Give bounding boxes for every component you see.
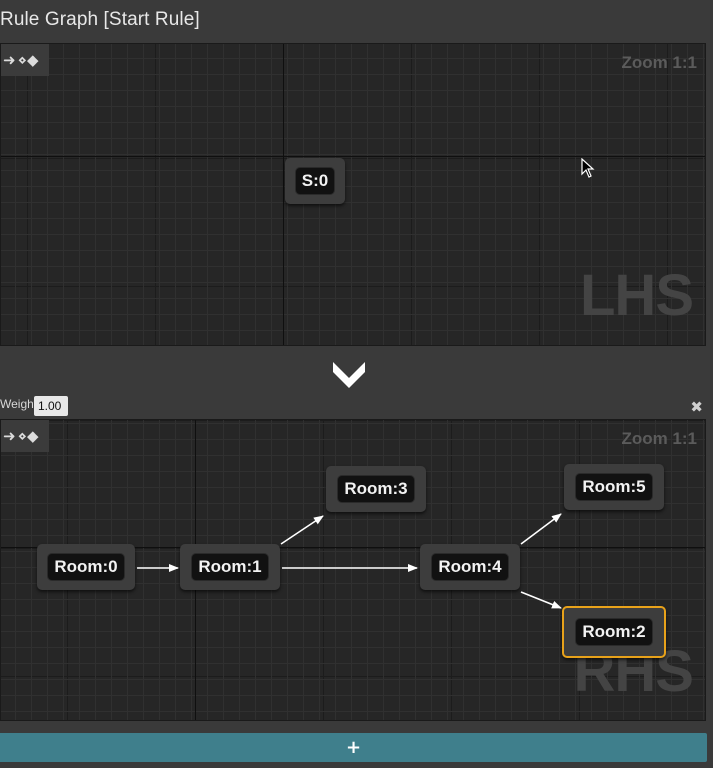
zoom-label: Zoom 1:1 [621,53,697,72]
graph-node-room5[interactable]: Room:5 [564,464,664,510]
node-label: Room:5 [575,473,653,501]
mouse-cursor-icon [581,157,595,182]
lhs-graph-panel[interactable]: ➜ ⋄◆ Zoom 1:1 LHS S:0 [0,43,706,346]
graph-node-room2[interactable]: Room:2 [562,606,666,658]
node-label: Room:2 [575,618,653,646]
edge-room4-room5 [520,513,562,545]
rhs-graph-panel[interactable]: ➜ ⋄◆ Zoom 1:1 RHS Room:0 Room:1 Room:3 R… [0,419,706,721]
edge-room4-room2 [520,591,562,609]
edge-room1-room3 [280,515,324,545]
node-label: Room:4 [431,553,509,581]
node-label: Room:0 [47,553,125,581]
add-rule-button[interactable]: + [0,733,707,762]
node-label: S:0 [294,167,336,195]
graph-node-room0[interactable]: Room:0 [37,544,135,590]
chevron-down-icon [331,358,367,396]
graph-toolbar: ➜ ⋄◆ [1,44,49,76]
graph-axis-vertical [283,44,284,345]
graph-toolbar: ➜ ⋄◆ [1,420,49,452]
graph-axis-horizontal [1,156,705,157]
node-link-icon[interactable]: ⋄◆ [18,428,39,444]
node-label: Room:3 [337,475,415,503]
node-label: Room:1 [191,553,269,581]
rule-graph-title: Rule Graph [Start Rule] [0,9,200,30]
close-icon[interactable]: ✖ [690,398,703,416]
graph-node-s0[interactable]: S:0 [285,158,345,204]
lhs-watermark: LHS [580,263,694,328]
graph-node-room3[interactable]: Room:3 [326,466,426,512]
graph-node-room1[interactable]: Room:1 [180,544,280,590]
graph-node-room4[interactable]: Room:4 [420,544,520,590]
arrow-right-icon[interactable]: ➜ [3,52,16,68]
arrow-right-icon[interactable]: ➜ [3,428,16,444]
plus-icon: + [345,737,362,758]
node-link-icon[interactable]: ⋄◆ [18,52,39,68]
weight-input[interactable] [34,396,68,416]
zoom-label: Zoom 1:1 [621,429,697,448]
